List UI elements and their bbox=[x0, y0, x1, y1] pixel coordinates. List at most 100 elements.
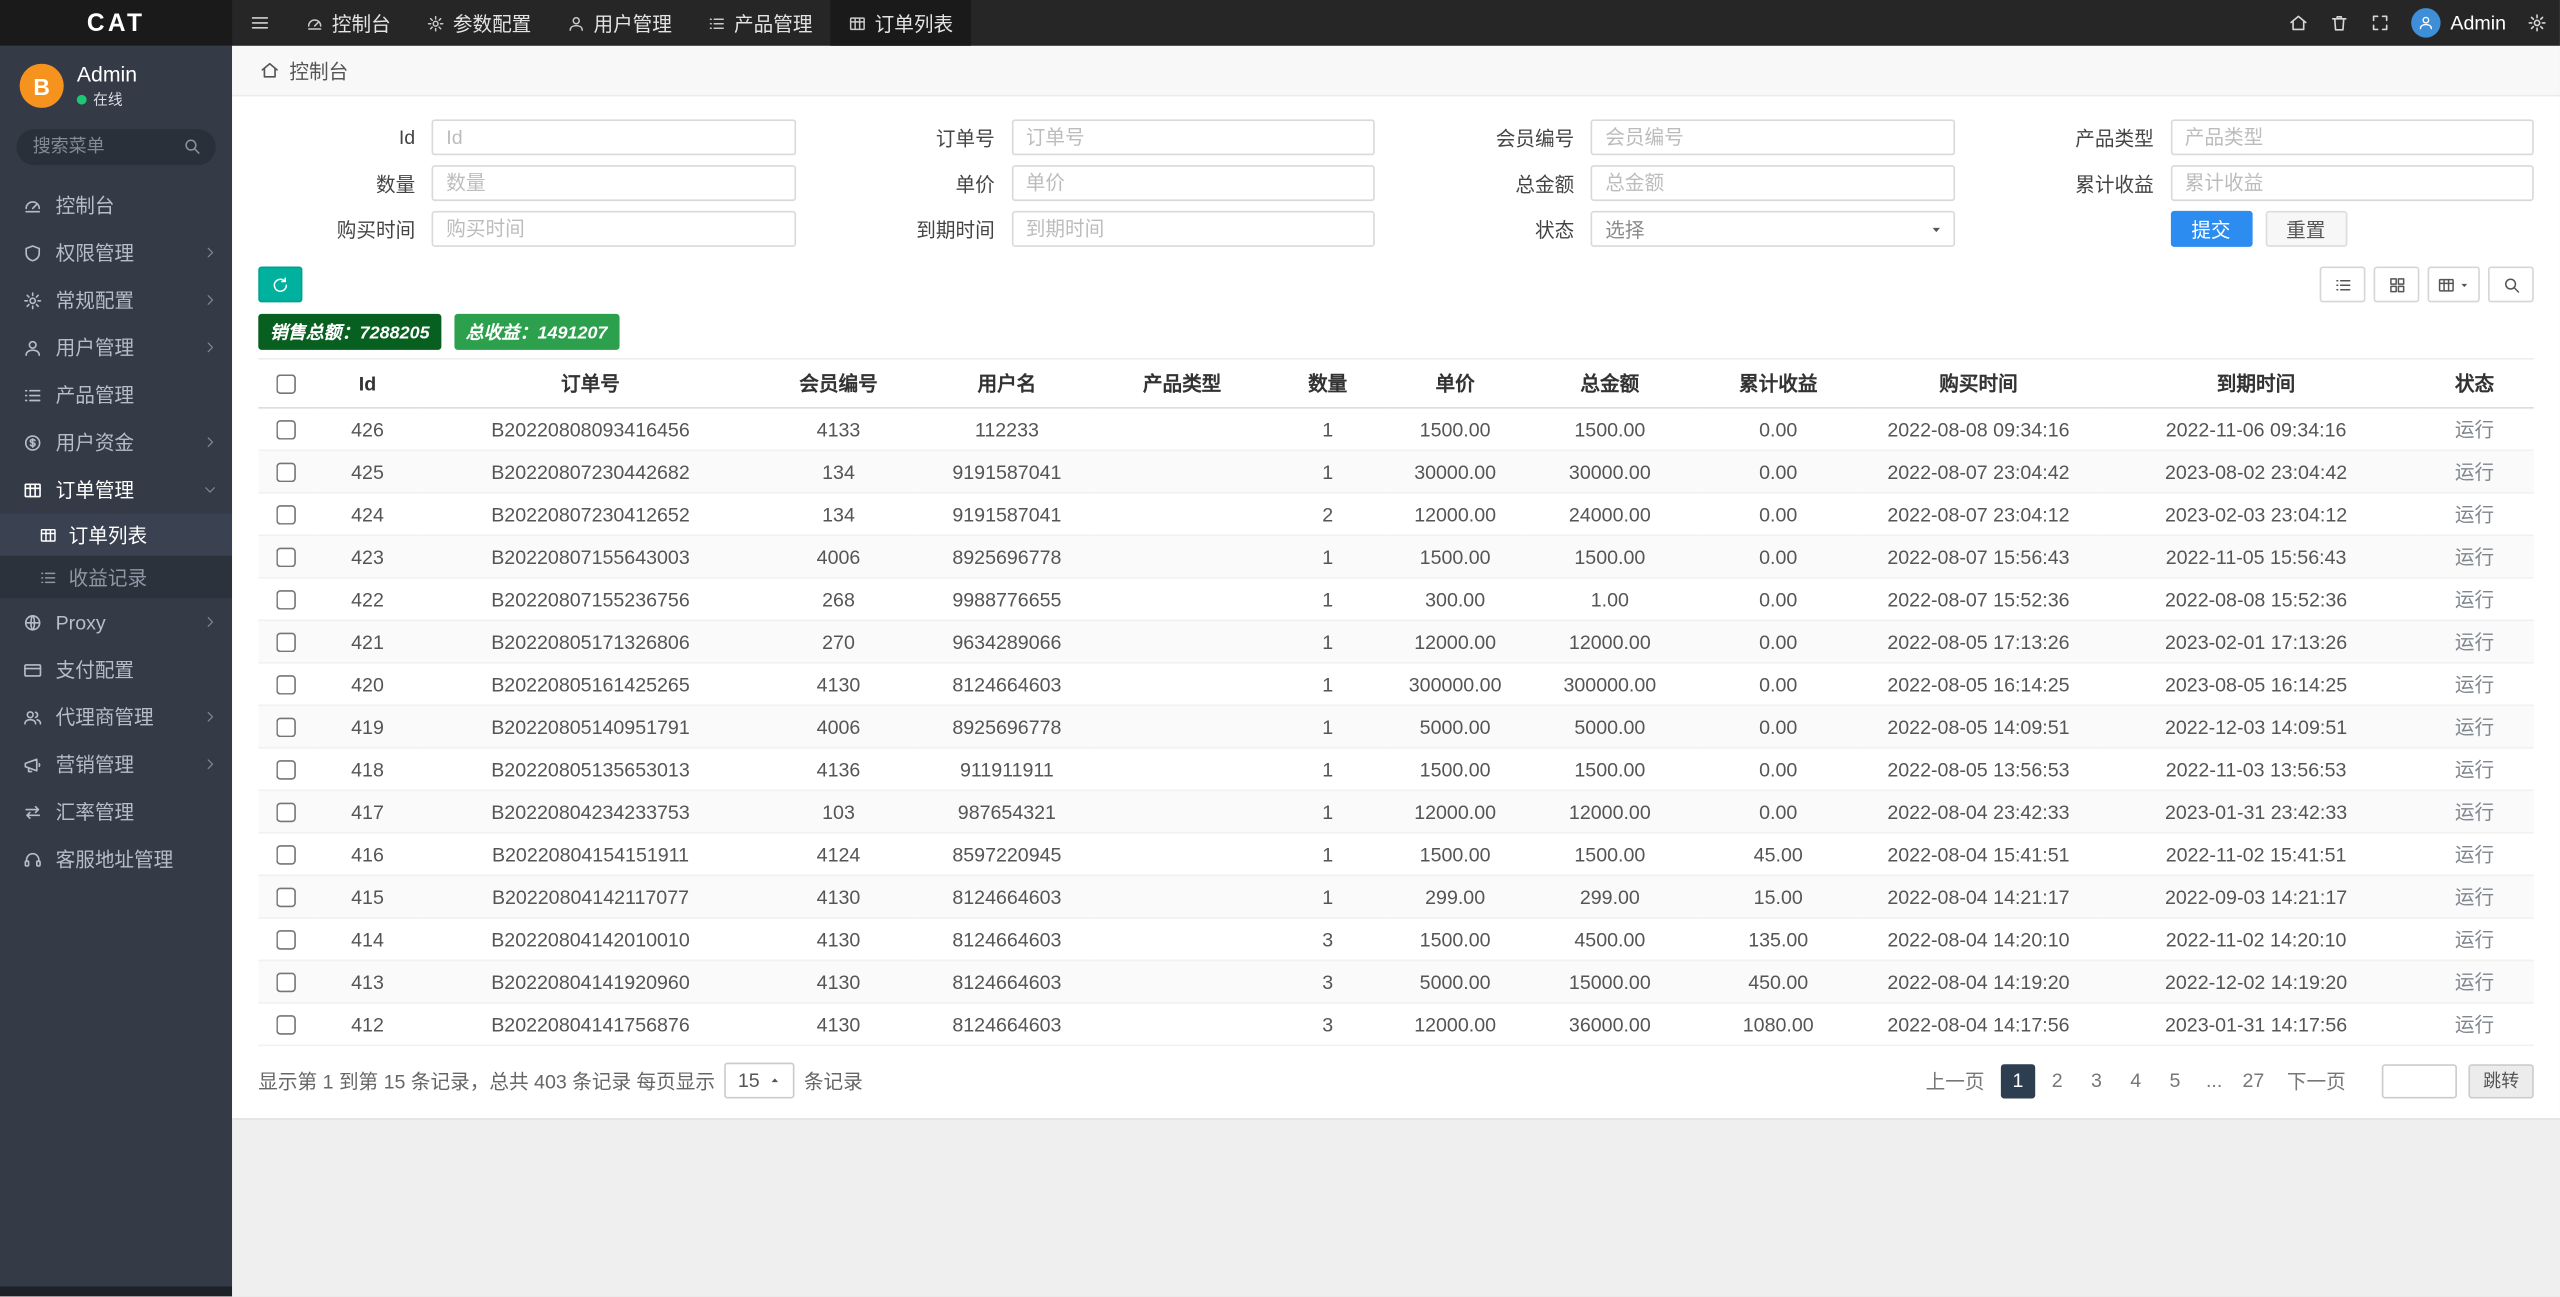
filter-input-5[interactable] bbox=[1011, 165, 1375, 202]
sidebar-item-8[interactable]: 支付配置 bbox=[0, 646, 232, 693]
page-jump-input[interactable] bbox=[2381, 1063, 2457, 1098]
cell-5: 3 bbox=[1268, 960, 1387, 1004]
columns-button[interactable] bbox=[2373, 266, 2420, 303]
fullscreen-button[interactable] bbox=[2370, 13, 2390, 33]
filter-input-3[interactable] bbox=[2170, 119, 2534, 156]
row-checkbox[interactable] bbox=[275, 548, 296, 568]
sidebar-item-10[interactable]: 营销管理 bbox=[0, 741, 232, 788]
row-checkbox[interactable] bbox=[275, 505, 296, 526]
topnav-item-2[interactable]: 用户管理 bbox=[549, 0, 690, 46]
export-button[interactable] bbox=[2427, 266, 2480, 303]
sidebar-subitem-0[interactable]: 订单列表 bbox=[0, 513, 233, 557]
row-checkbox[interactable] bbox=[275, 633, 296, 653]
filter-input-4[interactable] bbox=[431, 165, 796, 202]
filter-input-6[interactable] bbox=[1590, 165, 1955, 202]
row-checkbox-cell bbox=[258, 875, 313, 919]
sidebar-item-5[interactable]: 用户资金 bbox=[0, 419, 232, 466]
sidebar-item-4[interactable]: 产品管理 bbox=[0, 371, 232, 418]
topnav-item-3[interactable]: 产品管理 bbox=[690, 0, 831, 46]
row-checkbox[interactable] bbox=[275, 463, 296, 483]
row-checkbox[interactable] bbox=[275, 675, 296, 696]
row-checkbox[interactable] bbox=[275, 760, 296, 781]
sidebar-item-0[interactable]: 控制台 bbox=[0, 182, 232, 229]
status-select[interactable]: 选择 bbox=[1590, 210, 1955, 247]
hamburger-icon bbox=[250, 13, 270, 33]
table-footer: 显示第 1 到第 15 条记录，总共 403 条记录 每页显示 15 条记录 上… bbox=[258, 1062, 2534, 1099]
filter-input-1[interactable] bbox=[1011, 119, 1375, 156]
clear-cache-button[interactable] bbox=[2329, 13, 2349, 33]
row-checkbox[interactable] bbox=[275, 930, 296, 951]
row-checkbox[interactable] bbox=[275, 888, 296, 908]
topnav-item-4[interactable]: 订单列表 bbox=[830, 0, 972, 46]
sidebar-toggle-button[interactable] bbox=[232, 0, 288, 46]
page-size-value: 15 bbox=[737, 1069, 760, 1092]
cell-0: 422 bbox=[312, 577, 423, 622]
row-checkbox[interactable] bbox=[275, 590, 296, 611]
prev-page-button[interactable]: 上一页 bbox=[1914, 1063, 1996, 1097]
home-icon bbox=[260, 60, 280, 80]
cell-5: 1 bbox=[1268, 450, 1387, 494]
sidebar-item-2[interactable]: 常规配置 bbox=[0, 277, 232, 324]
chev-r-icon bbox=[203, 246, 218, 261]
select-all-checkbox[interactable] bbox=[275, 374, 296, 395]
sidebar-item-11[interactable]: 汇率管理 bbox=[0, 788, 232, 835]
row-checkbox[interactable] bbox=[275, 1015, 296, 1036]
next-page-button[interactable]: 下一页 bbox=[2275, 1063, 2357, 1097]
cell-2: 4006 bbox=[758, 705, 919, 749]
topnav-item-1[interactable]: 参数配置 bbox=[409, 0, 550, 46]
row-checkbox-cell bbox=[258, 492, 313, 537]
settings-button[interactable] bbox=[2527, 13, 2547, 33]
page-ellipsis[interactable]: ... bbox=[2197, 1063, 2231, 1097]
cell-7: 24000.00 bbox=[1523, 492, 1697, 537]
cell-0: 414 bbox=[312, 917, 423, 962]
user-menu[interactable]: Admin bbox=[2411, 8, 2506, 38]
home-button[interactable] bbox=[2289, 13, 2309, 33]
sidebar-item-1[interactable]: 权限管理 bbox=[0, 229, 232, 276]
pagination-info: 显示第 1 到第 15 条记录，总共 403 条记录 每页显示 15 条记录 bbox=[258, 1062, 863, 1099]
filter-input-7[interactable] bbox=[2170, 165, 2534, 202]
list-icon bbox=[2334, 275, 2352, 293]
cell-7: 30000.00 bbox=[1523, 450, 1697, 494]
row-checkbox[interactable] bbox=[275, 973, 296, 993]
row-checkbox[interactable] bbox=[275, 420, 296, 441]
page-button-3[interactable]: 3 bbox=[2079, 1063, 2113, 1097]
reset-button[interactable]: 重置 bbox=[2264, 210, 2347, 247]
topnav-item-0[interactable]: 控制台 bbox=[288, 0, 409, 46]
cell-2: 270 bbox=[758, 620, 919, 664]
sidebar-subitem-label: 收益记录 bbox=[68, 566, 148, 590]
cell-0: 412 bbox=[312, 1002, 423, 1047]
refresh-button[interactable] bbox=[258, 266, 303, 303]
page-button-2[interactable]: 2 bbox=[2040, 1063, 2074, 1097]
filter-input-2[interactable] bbox=[1590, 119, 1955, 156]
filter-input-8[interactable] bbox=[431, 210, 796, 247]
page-jump-button[interactable]: 跳转 bbox=[2468, 1063, 2534, 1098]
page-size-select[interactable]: 15 bbox=[724, 1062, 795, 1099]
sidebar-subitem-1[interactable]: 收益记录 bbox=[0, 556, 232, 599]
row-checkbox[interactable] bbox=[275, 718, 296, 738]
page-button-4[interactable]: 4 bbox=[2119, 1063, 2153, 1097]
sidebar-item-12[interactable]: 客服地址管理 bbox=[0, 836, 232, 883]
row-checkbox[interactable] bbox=[275, 803, 296, 823]
gear-icon bbox=[23, 291, 43, 311]
cell-4 bbox=[1095, 747, 1269, 792]
brand-logo[interactable]: CAT bbox=[0, 0, 233, 46]
sidebar-item-label: 权限管理 bbox=[55, 242, 135, 266]
submit-button[interactable]: 提交 bbox=[2170, 210, 2252, 247]
sidebar-item-7[interactable]: Proxy bbox=[0, 599, 232, 646]
gauge-icon bbox=[306, 14, 324, 32]
search-toggle-button[interactable] bbox=[2488, 266, 2534, 303]
filter-input-9[interactable] bbox=[1011, 210, 1375, 247]
filter-input-0[interactable] bbox=[431, 119, 796, 156]
page-button-5[interactable]: 5 bbox=[2158, 1063, 2192, 1097]
chev-r-icon bbox=[203, 757, 218, 772]
sidebar-item-3[interactable]: 用户管理 bbox=[0, 324, 232, 371]
sidebar-item-6[interactable]: 订单管理 bbox=[0, 466, 232, 513]
row-checkbox[interactable] bbox=[275, 845, 296, 866]
cell-6: 12000.00 bbox=[1386, 492, 1524, 537]
toggle-view-button[interactable] bbox=[2319, 266, 2366, 303]
cell-4 bbox=[1095, 492, 1269, 537]
page-button-27[interactable]: 27 bbox=[2236, 1063, 2270, 1097]
page-button-1[interactable]: 1 bbox=[2000, 1063, 2036, 1098]
filter-label: 状态 bbox=[1534, 218, 1575, 242]
sidebar-item-9[interactable]: 代理商管理 bbox=[0, 694, 232, 741]
